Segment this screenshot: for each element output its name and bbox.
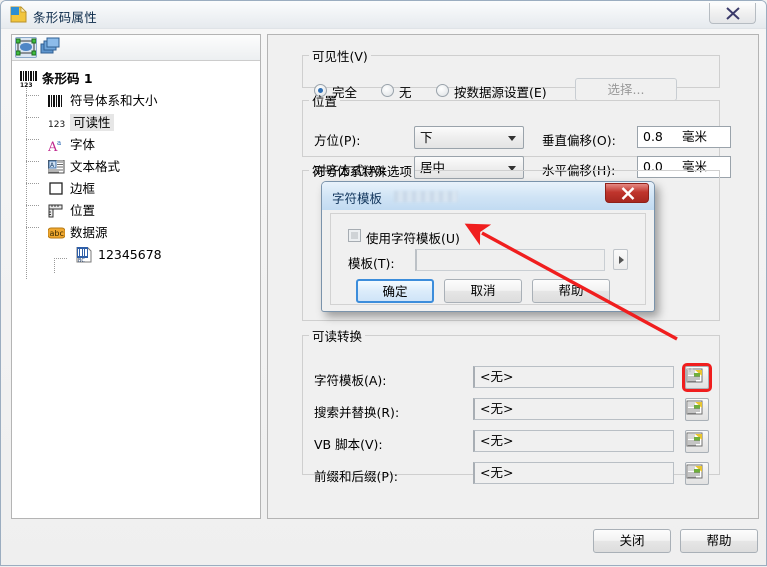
symbology-legend: 符号体系特殊选项 xyxy=(312,164,413,179)
close-icon xyxy=(621,187,635,200)
orientation-select[interactable]: 下 xyxy=(414,126,524,149)
browse-script-icon xyxy=(686,464,703,479)
barcode-data-icon: BC xyxy=(76,246,93,264)
barcode-icon xyxy=(48,93,65,109)
checkbox-box-icon xyxy=(348,229,361,242)
vb-script-label: VB 脚本(V): xyxy=(314,437,383,452)
barcode-123-icon: 123 xyxy=(20,71,37,89)
ok-button[interactable]: 确定 xyxy=(356,279,434,303)
dialog-help-button[interactable]: 帮助 xyxy=(532,279,610,303)
template-label: 模板(T): xyxy=(348,256,395,271)
sidebar-item-label: 可读性 xyxy=(70,114,114,131)
sidebar-item-label: 数据源 xyxy=(70,225,108,240)
value-text: <无> xyxy=(480,433,514,448)
document-page-icon xyxy=(10,6,27,23)
sidebar-item-text-format[interactable]: A 文本格式 xyxy=(18,156,260,178)
dialog-close-button[interactable] xyxy=(605,183,649,203)
sidebar-item-readability[interactable]: 123 可读性 xyxy=(18,112,260,134)
vb-script-browse-button[interactable] xyxy=(685,430,709,453)
voffset-input[interactable]: 0.8 毫米 xyxy=(637,126,731,148)
sidebar-item-label: 符号体系和大小 xyxy=(70,93,158,108)
svg-text:abc: abc xyxy=(50,229,64,238)
help-button[interactable]: 帮助 xyxy=(680,529,758,553)
svg-text:123: 123 xyxy=(20,82,33,87)
visibility-legend: 可见性(V) xyxy=(312,49,368,64)
sidebar-item-datasource[interactable]: abc 数据源 xyxy=(18,222,260,244)
orientation-value: 下 xyxy=(420,130,433,145)
expand-arrow-icon xyxy=(619,256,624,264)
template-input[interactable] xyxy=(415,249,605,271)
object-select-icon[interactable] xyxy=(15,37,37,58)
char-template-value[interactable]: <无> xyxy=(473,366,674,388)
abc-datasource-icon: abc xyxy=(47,225,66,241)
prefix-suffix-label: 前缀和后缀(P): xyxy=(314,469,399,484)
conversion-group: 可读转换 字符模板(A): <无> 搜索并替换(R): <无> VB 脚本(V)… xyxy=(302,326,720,485)
redacted-text xyxy=(394,191,458,202)
sidebar-item-label: 字体 xyxy=(70,137,96,152)
sidebar-item-label: 边框 xyxy=(70,181,96,196)
svg-text:123: 123 xyxy=(48,120,65,130)
prefix-suffix-browse-button[interactable] xyxy=(685,462,709,485)
template-expand-button[interactable] xyxy=(613,249,628,270)
sidebar-item-label: 位置 xyxy=(70,203,96,218)
border-square-icon xyxy=(48,181,65,197)
sidebar-item-label: 文本格式 xyxy=(70,159,121,174)
sidebar-item-position[interactable]: 位置 xyxy=(18,200,260,222)
window-titlebar: 条形码属性 xyxy=(1,1,766,29)
value-text: <无> xyxy=(480,401,514,416)
chevron-down-icon xyxy=(508,136,516,141)
property-tree: 123 条形码 1 符号体系和大小 123 可读性 A a 字体 A 文本格式 … xyxy=(12,62,260,518)
sidebar-item-symbology[interactable]: 符号体系和大小 xyxy=(18,90,260,112)
browse-script-icon xyxy=(686,432,703,447)
tree-toolbar xyxy=(12,35,260,61)
voffset-label: 垂直偏移(O): xyxy=(542,133,616,148)
tree-panel: 123 条形码 1 符号体系和大小 123 可读性 A a 字体 A 文本格式 … xyxy=(11,34,261,519)
prefix-suffix-value[interactable]: <无> xyxy=(473,462,674,484)
tree-root-barcode[interactable]: 123 条形码 1 xyxy=(18,68,260,90)
char-template-browse-button[interactable] xyxy=(682,363,712,392)
position-group: 位置 方位(P): 下 对齐方式(A): 居中 垂直偏移(O): 0.8 毫米 … xyxy=(302,91,731,179)
barcode-properties-window: 条形码属性 123 条形码 1 符号体系和大小 123 可读性 A a 字体 A… xyxy=(0,0,767,566)
value-text: <无> xyxy=(480,369,514,384)
dialog-titlebar: 字符模板 xyxy=(322,182,654,210)
sidebar-item-font[interactable]: A a 字体 xyxy=(18,134,260,156)
close-button[interactable]: 关闭 xyxy=(593,529,671,553)
sidebar-item-border[interactable]: 边框 xyxy=(18,178,260,200)
visibility-group: 可见性(V) 完全 无 按数据源设置(E) 选择... xyxy=(302,46,720,101)
cancel-button[interactable]: 取消 xyxy=(444,279,522,303)
svg-text:BC: BC xyxy=(78,258,85,263)
tree-root-label: 条形码 1 xyxy=(42,71,93,86)
browse-script-icon xyxy=(686,368,703,383)
page-title: 条形码属性 xyxy=(33,10,98,25)
text-format-icon: A xyxy=(47,159,65,175)
digits-123-icon: 123 xyxy=(48,115,65,131)
tree-leaf-label: 12345678 xyxy=(98,247,162,262)
value-text: <无> xyxy=(480,465,514,480)
font-a-icon: A a xyxy=(47,137,65,155)
dialog-title: 字符模板 xyxy=(332,191,383,206)
close-icon xyxy=(726,7,740,20)
tree-leaf-data-value[interactable]: BC 12345678 xyxy=(18,244,260,266)
svg-text:a: a xyxy=(57,139,61,147)
checkbox-label: 使用字符模板(U) xyxy=(366,231,460,246)
voffset-value: 0.8 xyxy=(643,129,663,144)
layers-icon[interactable] xyxy=(40,37,62,58)
search-replace-label: 搜索并替换(R): xyxy=(314,405,400,420)
ruler-position-icon xyxy=(48,203,65,219)
browse-script-icon xyxy=(686,400,703,415)
character-template-dialog: 字符模板 使用字符模板(U) 模板(T): 确定 取消 帮助 xyxy=(321,181,655,312)
conversion-legend: 可读转换 xyxy=(312,329,363,344)
search-replace-value[interactable]: <无> xyxy=(473,398,674,420)
vb-script-value[interactable]: <无> xyxy=(473,430,674,452)
voffset-unit: 毫米 xyxy=(682,129,708,144)
char-template-label: 字符模板(A): xyxy=(314,373,387,388)
position-legend: 位置 xyxy=(312,94,338,109)
search-replace-browse-button[interactable] xyxy=(685,398,709,421)
dialog-body: 使用字符模板(U) 模板(T): 确定 取消 帮助 xyxy=(330,213,646,305)
window-close-button[interactable] xyxy=(709,3,756,24)
orientation-label: 方位(P): xyxy=(314,133,361,148)
